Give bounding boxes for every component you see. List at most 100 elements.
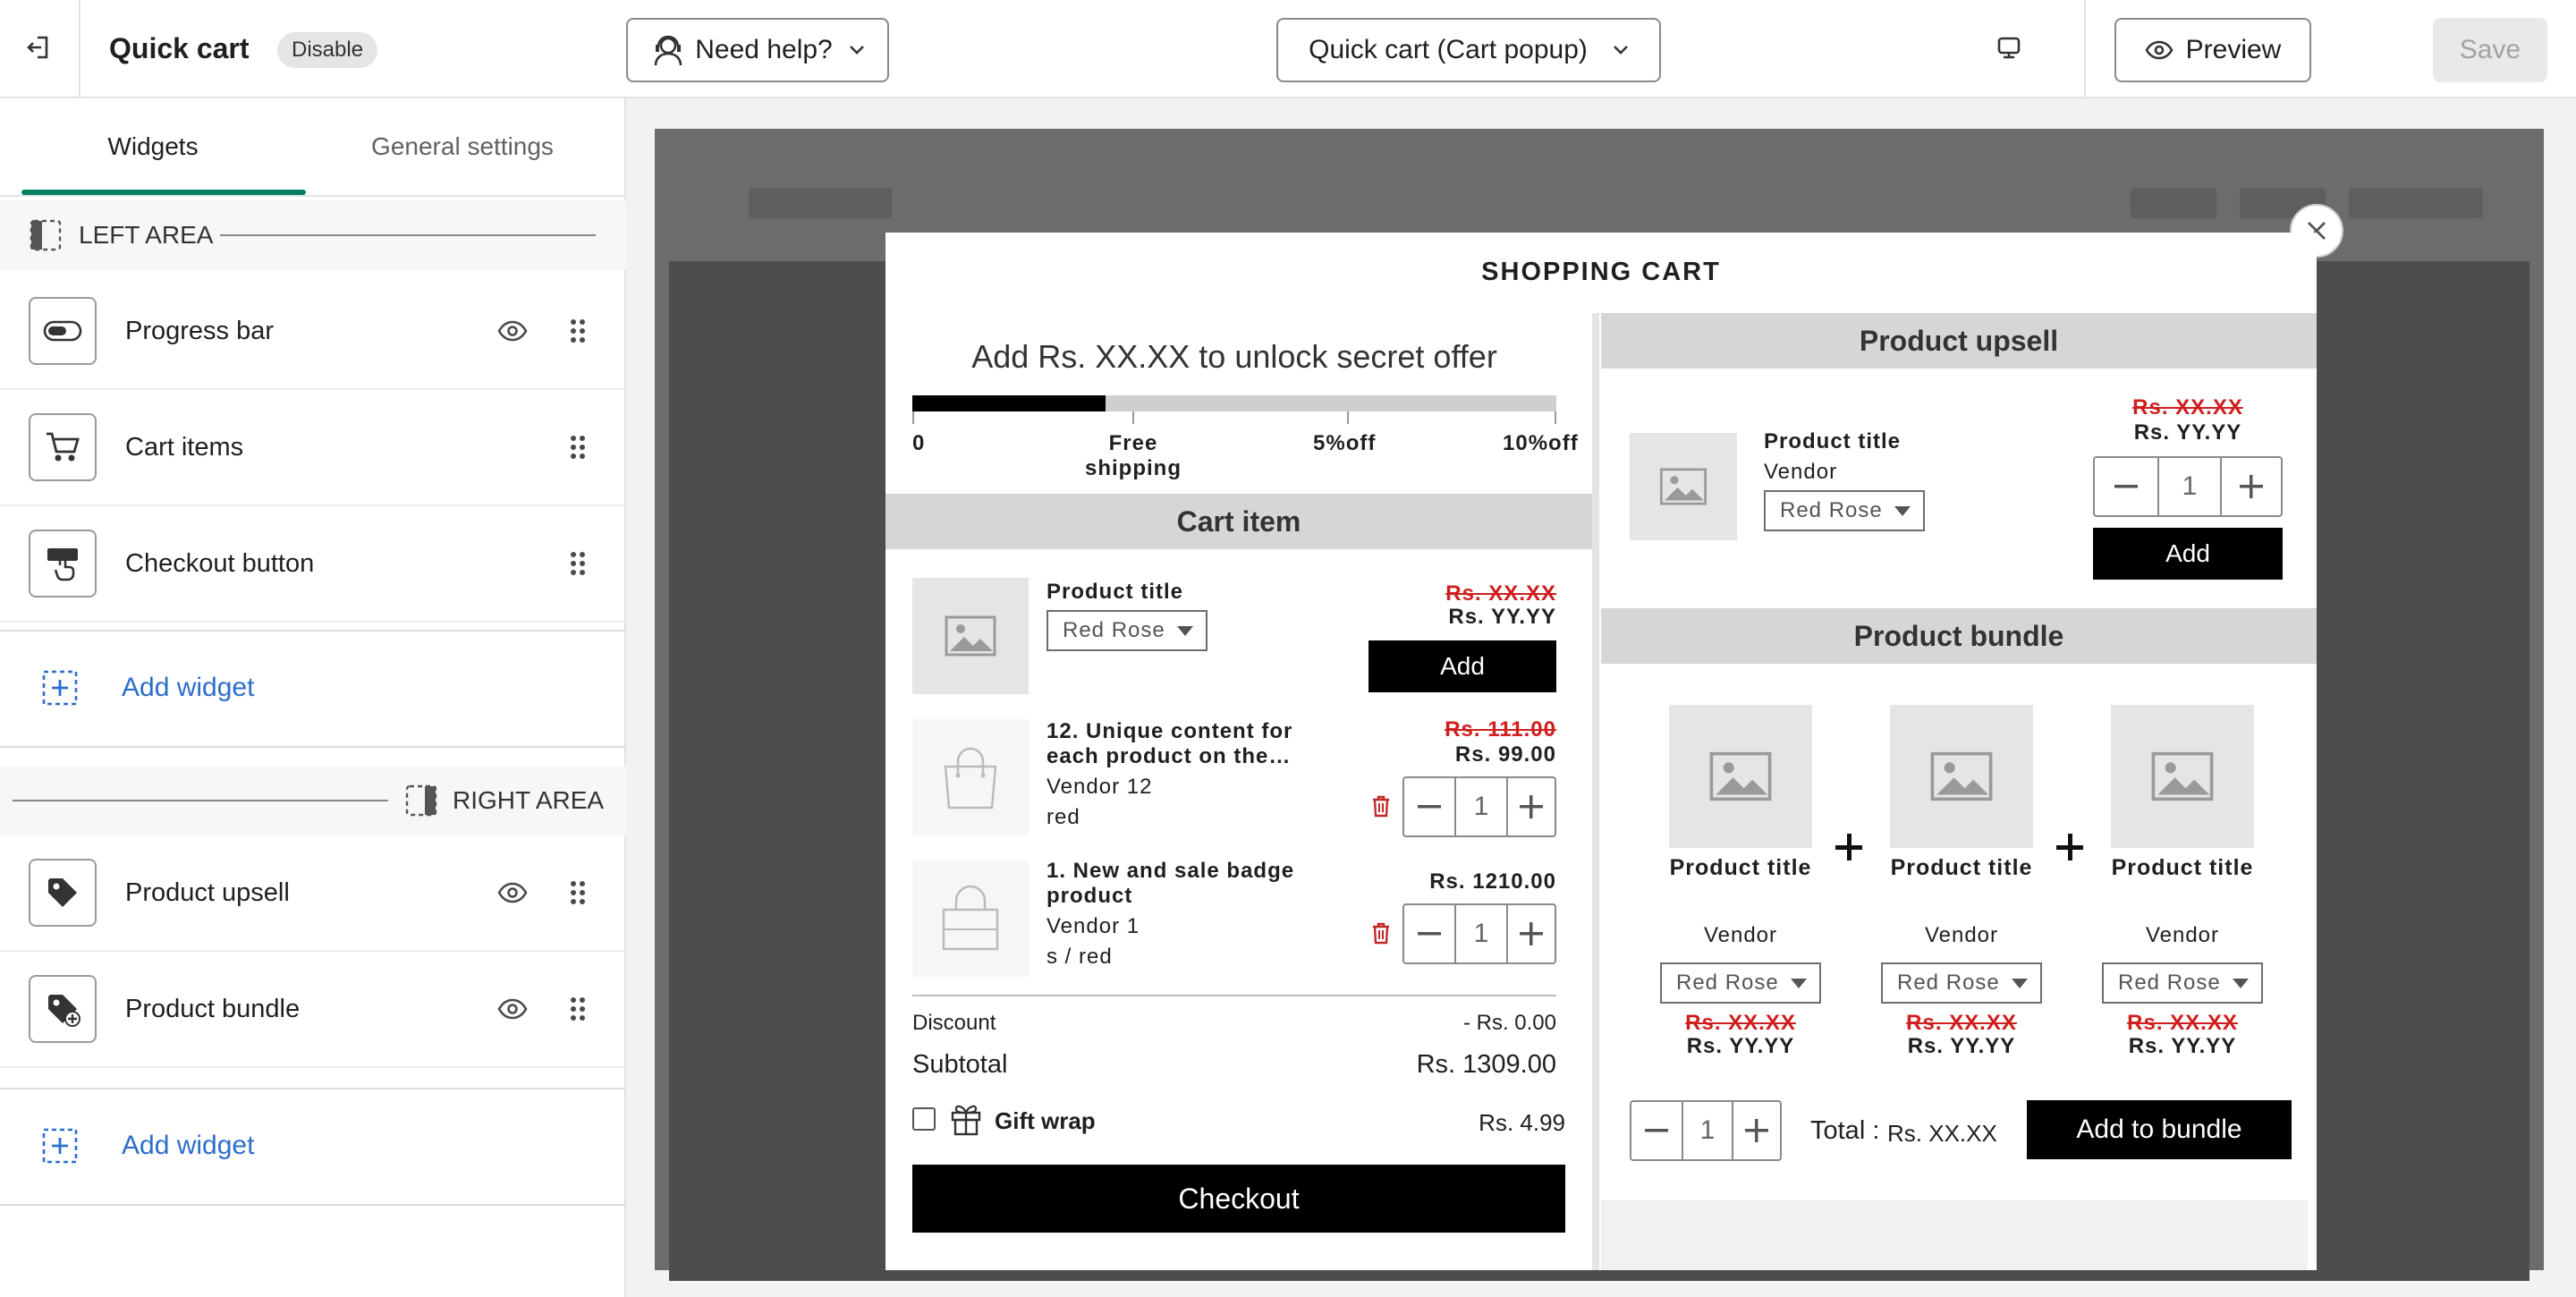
- variant-select[interactable]: Red Rose: [1764, 490, 1925, 531]
- eye-icon: [2145, 40, 2174, 60]
- bundle-total-value: Rs. XX.XX: [1887, 1120, 1997, 1147]
- widget-cart-items[interactable]: Cart items: [0, 390, 626, 506]
- increment-button[interactable]: [1506, 905, 1555, 962]
- upsell-old-price: Rs. XX.XX: [2132, 395, 2243, 420]
- quantity-stepper[interactable]: 1: [1402, 903, 1556, 964]
- variant-select[interactable]: Red Rose: [1660, 962, 1821, 1004]
- variant-select[interactable]: Red Rose: [2102, 962, 2263, 1004]
- variant-select[interactable]: Red Rose: [1881, 962, 2042, 1004]
- decrement-button[interactable]: [2095, 458, 2157, 515]
- product-image-placeholder: [2111, 705, 2254, 848]
- upsell-price: Rs. YY.YY: [2133, 420, 2242, 445]
- bundle-product-title: Product title: [1890, 855, 2033, 880]
- milestone-label: 5%off: [1313, 431, 1377, 455]
- variant-select-value: Red Rose: [1780, 498, 1883, 522]
- discount-label: Discount: [912, 1011, 996, 1035]
- progress-fill: [912, 395, 1106, 411]
- chevron-down-icon: [1177, 626, 1193, 636]
- increment-button[interactable]: [1732, 1102, 1780, 1159]
- layout-left-icon: [29, 218, 63, 252]
- add-icon: [41, 1127, 79, 1165]
- widget-product-upsell[interactable]: Product upsell: [0, 835, 626, 952]
- decrement-button[interactable]: [1404, 778, 1454, 835]
- widget-label: Checkout button: [125, 548, 315, 578]
- increment-button[interactable]: [2220, 458, 2281, 515]
- desktop-view-icon[interactable]: [1995, 34, 2023, 63]
- cart-icon: [29, 413, 97, 481]
- add-widget-left-button[interactable]: Add widget: [0, 630, 626, 746]
- right-area-header: RIGHT AREA: [0, 766, 626, 835]
- right-area-divider: [13, 800, 388, 801]
- variant-select-value: Red Rose: [1063, 618, 1165, 642]
- cart-item-price: Rs. 1210.00: [1429, 869, 1556, 894]
- quantity-value[interactable]: 1: [2157, 458, 2220, 515]
- add-to-bundle-button[interactable]: Add to bundle: [2027, 1100, 2292, 1159]
- quantity-stepper[interactable]: 1: [1630, 1100, 1782, 1161]
- trash-icon[interactable]: [1370, 794, 1392, 818]
- checkout-button[interactable]: Checkout: [912, 1165, 1565, 1233]
- tab-general-settings[interactable]: General settings: [306, 98, 619, 195]
- left-area-divider: [220, 234, 596, 236]
- eye-icon[interactable]: [497, 998, 528, 1020]
- drag-handle-icon[interactable]: [569, 434, 587, 461]
- tag-plus-icon: [29, 975, 97, 1043]
- support-agent-icon: [650, 32, 686, 68]
- preview-button[interactable]: Preview: [2114, 18, 2311, 82]
- widget-progress-bar[interactable]: Progress bar: [0, 274, 626, 390]
- image-icon: [945, 615, 996, 657]
- left-area-label: LEFT AREA: [79, 221, 214, 249]
- product-image-placeholder: [1669, 705, 1812, 848]
- page-title: Quick cart: [109, 32, 250, 64]
- upsell-add-button[interactable]: Add: [2093, 528, 2283, 580]
- bundle-price: Rs. YY.YY: [2128, 1034, 2237, 1058]
- handbag-icon: [935, 742, 1006, 813]
- product-image: [912, 719, 1029, 835]
- gift-wrap-checkbox[interactable]: [912, 1107, 936, 1131]
- decrement-button[interactable]: [1631, 1102, 1682, 1159]
- gift-wrap-label: Gift wrap: [995, 1107, 1096, 1134]
- status-badge: Disable: [277, 32, 378, 68]
- bundle-old-price: Rs. XX.XX: [1685, 1011, 1796, 1035]
- widget-checkout-button[interactable]: Checkout button: [0, 506, 626, 623]
- quantity-value[interactable]: 1: [1454, 778, 1506, 835]
- trash-icon[interactable]: [1370, 921, 1392, 945]
- cart-item-variant: red: [1046, 805, 1080, 829]
- quantity-value[interactable]: 1: [1454, 905, 1506, 962]
- add-widget-right-button[interactable]: Add widget: [0, 1088, 626, 1204]
- cart-item-add-button[interactable]: Add: [1368, 640, 1556, 692]
- toggle-icon: [29, 297, 97, 365]
- image-icon: [1709, 751, 1772, 801]
- gift-icon: [950, 1100, 982, 1136]
- upsell-product-title: Product title: [1764, 429, 1902, 454]
- template-select[interactable]: Quick cart (Cart popup): [1276, 18, 1661, 82]
- shopping-cart-modal: SHOPPING CART Add Rs. XX.XX to unlock se…: [886, 233, 2317, 1270]
- quantity-value[interactable]: 1: [1682, 1102, 1732, 1159]
- variant-select[interactable]: Red Rose: [1046, 610, 1208, 651]
- chevron-down-icon: [849, 45, 865, 55]
- eye-icon[interactable]: [497, 882, 528, 903]
- widget-product-bundle[interactable]: Product bundle: [0, 952, 626, 1068]
- drag-handle-icon[interactable]: [569, 879, 587, 906]
- exit-icon[interactable]: [25, 34, 52, 61]
- drag-handle-icon[interactable]: [569, 318, 587, 344]
- progress-tick: [1347, 411, 1349, 424]
- background-placeholder: [749, 188, 892, 218]
- cart-title: SHOPPING CART: [1481, 258, 1721, 286]
- cart-item-title: 1. New and sale badge product: [1046, 859, 1295, 908]
- need-help-button[interactable]: Need help?: [626, 18, 889, 82]
- image-icon: [1659, 468, 1707, 505]
- decrement-button[interactable]: [1404, 905, 1454, 962]
- drag-handle-icon[interactable]: [569, 550, 587, 577]
- progress-message: Add Rs. XX.XX to unlock secret offer: [971, 338, 1497, 375]
- image-icon: [2151, 751, 2214, 801]
- bundle-price: Rs. YY.YY: [1907, 1034, 2016, 1058]
- chevron-down-icon: [2233, 979, 2249, 988]
- eye-icon[interactable]: [497, 320, 528, 342]
- increment-button[interactable]: [1506, 778, 1555, 835]
- quantity-stepper[interactable]: 1: [2093, 456, 2283, 517]
- save-button[interactable]: Save: [2433, 18, 2547, 82]
- tab-widgets[interactable]: Widgets: [0, 98, 306, 195]
- drag-handle-icon[interactable]: [569, 996, 587, 1022]
- right-area-label: RIGHT AREA: [453, 786, 605, 814]
- quantity-stepper[interactable]: 1: [1402, 776, 1556, 837]
